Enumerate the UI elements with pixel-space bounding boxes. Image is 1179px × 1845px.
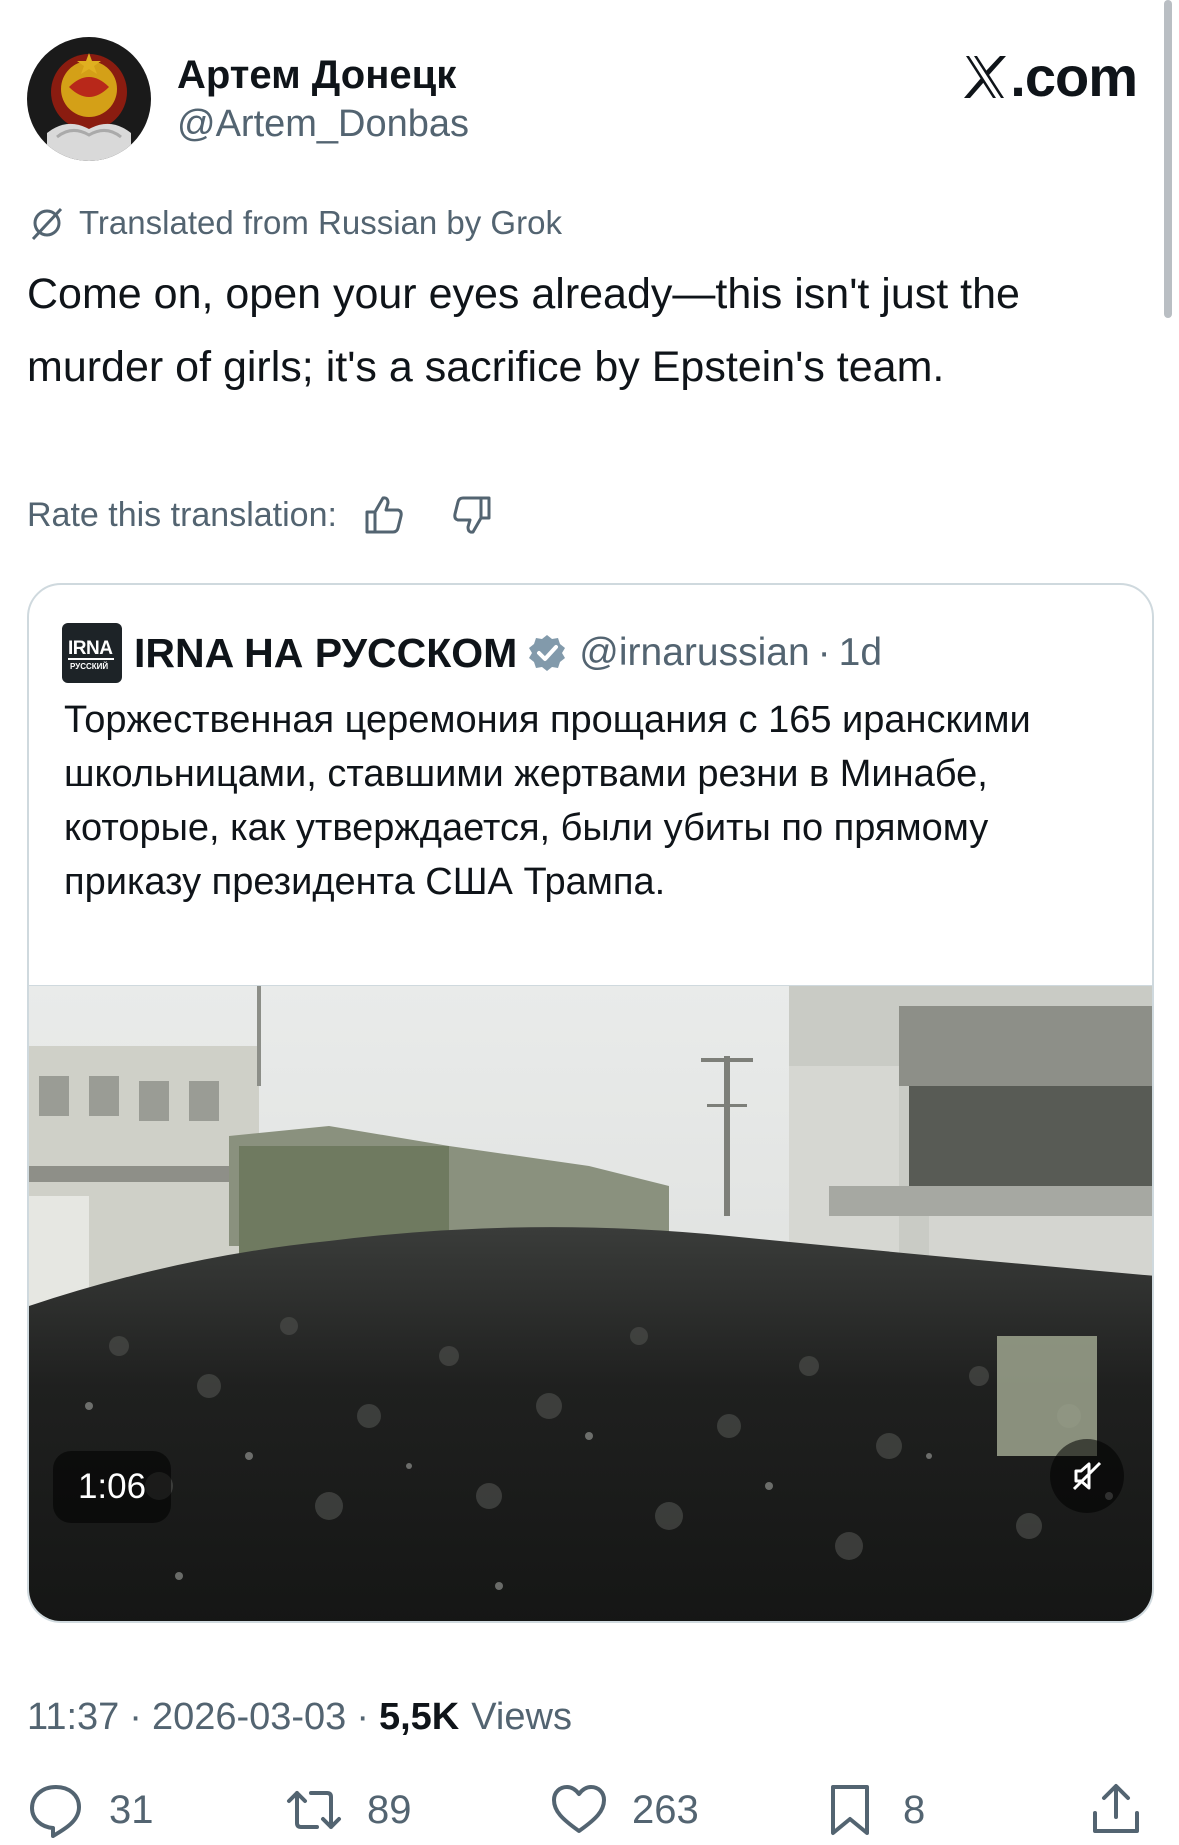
quoted-handle[interactable]: @irnarussian <box>579 631 809 675</box>
quoted-tweet-text: Торжественная церемония прощания с 165 и… <box>64 699 1031 903</box>
quoted-time[interactable]: 1d <box>839 631 882 675</box>
quoted-display-name[interactable]: IRNA НА РУССКОМ <box>134 630 517 677</box>
irna-avatar[interactable]: IRNA РУССКИЙ <box>62 623 122 683</box>
repost-icon <box>287 1791 341 1829</box>
scrollbar[interactable] <box>1164 0 1172 318</box>
share-button[interactable] <box>1087 1780 1145 1840</box>
like-count: 263 <box>632 1787 699 1832</box>
bookmark-button[interactable]: 8 <box>821 1780 925 1840</box>
grok-icon <box>31 207 63 241</box>
action-bar: 31 89 263 8 <box>0 1780 1179 1840</box>
x-logo-icon <box>964 56 1007 98</box>
translation-notice-text: Translated from Russian by Grok <box>79 204 562 241</box>
translation-notice: Translated from Russian by Grok <box>27 202 562 244</box>
author-display-name[interactable]: Артем Донецк <box>177 51 469 99</box>
bookmark-count: 8 <box>903 1787 926 1832</box>
rate-translation: Rate this translation: <box>27 490 495 540</box>
thumbs-up-icon[interactable] <box>361 492 407 538</box>
x-brand: .com <box>960 45 1138 108</box>
rate-translation-label: Rate this translation: <box>27 495 337 534</box>
mute-button[interactable] <box>1050 1439 1124 1513</box>
verified-badge-icon <box>529 635 566 671</box>
avatar[interactable] <box>27 37 151 161</box>
video-thumbnail <box>29 986 1152 1621</box>
dot-separator: · <box>817 631 831 674</box>
reply-icon <box>30 1785 81 1838</box>
bookmark-icon <box>831 1785 869 1835</box>
repost-button[interactable]: 89 <box>285 1780 412 1840</box>
tweet-header: Артем Донецк @Artem_Donbas .com <box>27 37 1138 161</box>
brand-domain: .com <box>1010 45 1138 108</box>
tweet-meta: 11:37 · 2026-03-03 · 5,5K Views <box>27 1692 572 1742</box>
video-duration: 1:06 <box>53 1451 171 1523</box>
video-player[interactable]: 1:06 <box>29 985 1152 1621</box>
heart-icon <box>552 1785 606 1833</box>
views-count: 5,5K <box>378 1695 460 1738</box>
author-handle[interactable]: @Artem_Donbas <box>177 101 469 147</box>
thumbs-down-icon[interactable] <box>449 492 495 538</box>
meta-separator: · <box>129 1695 142 1738</box>
share-icon <box>1093 1784 1139 1833</box>
views-label: Views <box>471 1695 572 1738</box>
irna-logo-subtext: РУССКИЙ <box>70 662 109 671</box>
tweet-date[interactable]: 2026-03-03 <box>152 1696 346 1739</box>
tweet-time[interactable]: 11:37 <box>27 1696 119 1739</box>
quoted-tweet-header: IRNA РУССКИЙ IRNA НА РУССКОМ @irnarussia… <box>62 623 882 683</box>
tweet-text: Come on, open your eyes already—this isn… <box>27 270 1020 391</box>
irna-logo-text: IRNA <box>68 638 113 659</box>
reply-count: 31 <box>109 1787 154 1832</box>
quoted-tweet[interactable]: IRNA РУССКИЙ IRNA НА РУССКОМ @irnarussia… <box>27 583 1154 1623</box>
meta-separator: · <box>356 1695 369 1738</box>
reply-button[interactable]: 31 <box>27 1780 154 1840</box>
repost-count: 89 <box>367 1787 412 1832</box>
speaker-muted-icon <box>1072 1461 1102 1491</box>
like-button[interactable]: 263 <box>550 1780 699 1840</box>
